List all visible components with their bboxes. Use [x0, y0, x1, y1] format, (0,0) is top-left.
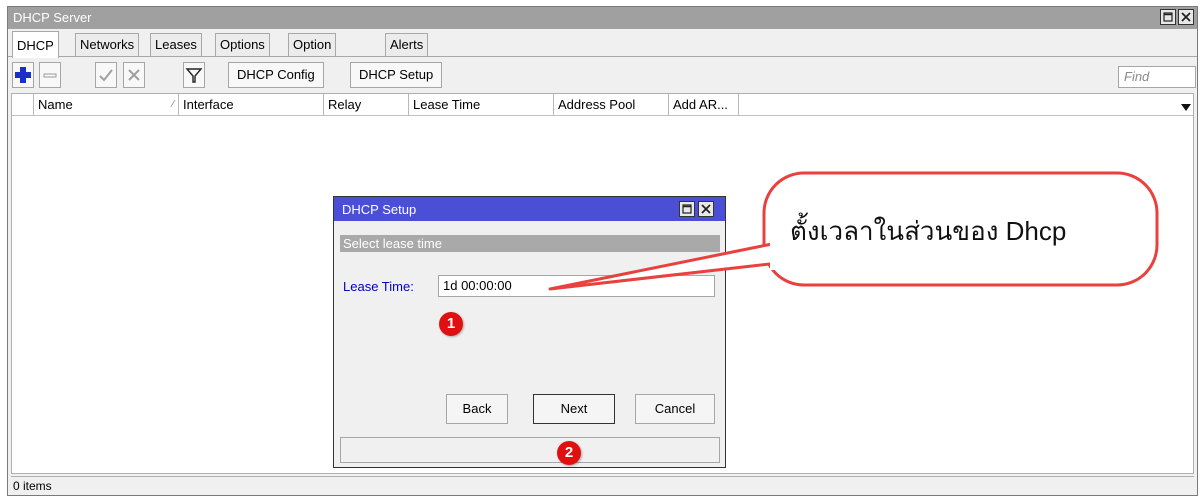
- step-badge-2: 2: [557, 441, 581, 465]
- callout-text: ตั้งเวลาในส่วนของ Dhcp: [790, 216, 1067, 246]
- step-badge-1: 1: [439, 312, 463, 336]
- tab-dhcp[interactable]: DHCP: [12, 31, 59, 58]
